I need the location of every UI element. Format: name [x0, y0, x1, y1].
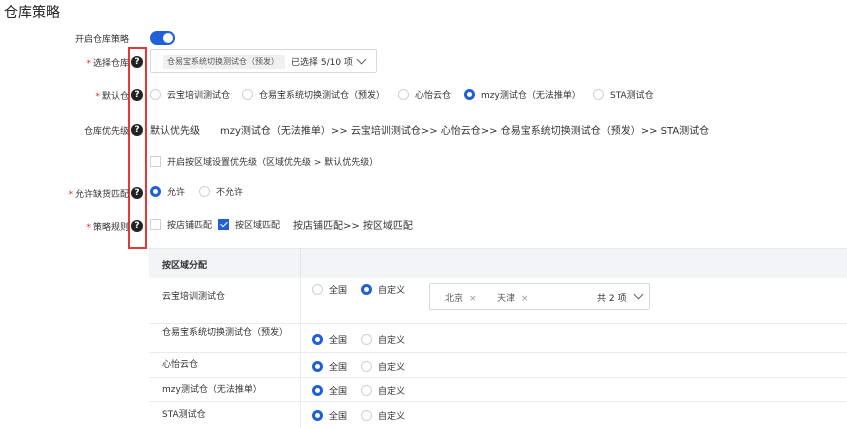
- allow-shortage-yes[interactable]: 允许: [150, 185, 185, 198]
- help-icons-highlight: [128, 47, 147, 249]
- radio-circle-selected: [361, 284, 372, 295]
- close-icon[interactable]: ×: [521, 294, 529, 304]
- radio-circle: [593, 89, 604, 100]
- scope-custom-radio[interactable]: 自定义: [361, 333, 405, 346]
- default-priority-heading: 默认优先级: [150, 126, 200, 137]
- default-option-sta[interactable]: STA测试仓: [593, 88, 654, 101]
- scope-nationwide-radio[interactable]: 全国: [312, 409, 347, 422]
- radio-circle: [398, 89, 409, 100]
- help-icon[interactable]: ?: [131, 220, 143, 232]
- allow-shortage-label: * 允许缺货匹配: [68, 190, 129, 200]
- scope-nationwide-radio[interactable]: 全国: [312, 283, 347, 296]
- table-row: STA测试仓 全国 自定义: [149, 402, 847, 428]
- default-warehouse-label: * 默认仓: [95, 92, 129, 102]
- region-priority-checkbox[interactable]: 开启按区域设置优先级（区域优先级 > 默认优先级）: [150, 155, 378, 168]
- checkbox-box: [150, 219, 161, 230]
- help-icon[interactable]: ?: [131, 89, 143, 101]
- region-tag[interactable]: 北京 ×: [445, 291, 477, 304]
- radio-circle-selected: [312, 385, 323, 396]
- radio-circle-selected: [150, 186, 161, 197]
- row-warehouse-name: STA测试仓: [162, 410, 206, 420]
- scope-nationwide-radio[interactable]: 全国: [312, 384, 347, 397]
- row-warehouse-name: 云宝培训测试仓: [162, 292, 226, 302]
- row-warehouse-name: 心怡云仓: [162, 360, 199, 370]
- rule-by-store-checkbox[interactable]: 按店铺匹配: [150, 218, 212, 231]
- default-option-yunbao[interactable]: 云宝培训测试仓: [150, 88, 230, 101]
- column-divider: [300, 278, 301, 323]
- warehouse-multiselect[interactable]: 仓易宝系统切换测试仓（预发） 已选择 5/10 项: [150, 49, 377, 73]
- region-tag[interactable]: 天津 ×: [497, 291, 529, 304]
- chevron-down-icon: [633, 289, 644, 300]
- table-header-region: 按区域分配: [162, 261, 208, 271]
- enable-strategy-label: 开启仓库策略: [74, 35, 129, 45]
- default-option-xinyi[interactable]: 心怡云仓: [398, 88, 451, 101]
- table-row: 仓易宝系统切换测试仓（预发） 全国 自定义: [149, 324, 847, 353]
- column-divider: [300, 249, 301, 278]
- column-divider: [300, 402, 301, 428]
- strategy-rule-label: * 策略规则: [86, 223, 129, 233]
- priority-sequence: mzy测试仓（无法推单）>> 云宝培训测试仓>> 心怡云仓>> 仓易宝系统切换测…: [220, 126, 710, 137]
- radio-circle: [312, 284, 323, 295]
- scope-custom-radio[interactable]: 自定义: [361, 283, 405, 296]
- scope-nationwide-radio[interactable]: 全国: [312, 360, 347, 373]
- default-option-mzy[interactable]: mzy测试仓（无法推单）: [464, 88, 581, 101]
- scope-custom-radio[interactable]: 自定义: [361, 360, 405, 373]
- radio-circle: [361, 410, 372, 421]
- help-icon[interactable]: ?: [131, 56, 143, 68]
- row-warehouse-name: mzy测试仓（无法推单）: [162, 385, 262, 395]
- radio-circle: [199, 186, 210, 197]
- toggle-knob: [163, 33, 173, 43]
- radio-circle-selected: [312, 361, 323, 372]
- radio-circle: [150, 89, 161, 100]
- region-allocation-table: 按区域分配 云宝培训测试仓 全国 自定义 仓易宝系统切换测试仓（预发） 全国 自…: [149, 248, 847, 428]
- selected-count: 已选择 5/10 项: [291, 58, 353, 68]
- enable-strategy-toggle[interactable]: [150, 31, 175, 45]
- table-header: 按区域分配: [149, 249, 847, 278]
- rule-by-region-checkbox[interactable]: 按区域匹配: [218, 218, 280, 231]
- table-row: 心怡云仓 全国 自定义: [149, 353, 847, 378]
- checkbox-box-checked: [218, 219, 229, 230]
- region-multiselect[interactable]: 北京 × 天津 × 共 2 项: [429, 283, 650, 310]
- radio-circle-selected: [464, 89, 475, 100]
- radio-circle-selected: [312, 410, 323, 421]
- scope-custom-radio[interactable]: 自定义: [361, 384, 405, 397]
- scope-custom-radio[interactable]: 自定义: [361, 409, 405, 422]
- radio-circle-selected: [312, 334, 323, 345]
- row-warehouse-name: 仓易宝系统切换测试仓（预发）: [162, 328, 289, 338]
- column-divider: [300, 378, 301, 401]
- selected-warehouse-tag: 仓易宝系统切换测试仓（预发）: [163, 55, 285, 69]
- help-icon[interactable]: ?: [131, 124, 143, 136]
- help-icon[interactable]: ?: [131, 187, 143, 199]
- scope-nationwide-radio[interactable]: 全国: [312, 333, 347, 346]
- column-divider: [300, 324, 301, 352]
- column-divider: [300, 353, 301, 377]
- page-title: 仓库策略: [4, 5, 60, 21]
- table-row: mzy测试仓（无法推单） 全国 自定义: [149, 378, 847, 402]
- radio-circle: [361, 361, 372, 372]
- warehouse-select-label: * 选择仓库: [86, 59, 129, 69]
- rule-sequence: 按店铺匹配>> 按区域匹配: [293, 221, 413, 232]
- chevron-down-icon: [356, 54, 367, 65]
- close-icon[interactable]: ×: [469, 294, 477, 304]
- default-option-cangyibao[interactable]: 仓易宝系统切换测试仓（预发）: [242, 88, 385, 101]
- priority-label: 仓库优先级: [83, 127, 129, 137]
- radio-circle: [242, 89, 253, 100]
- allow-shortage-no[interactable]: 不允许: [199, 185, 243, 198]
- radio-circle: [361, 334, 372, 345]
- checkbox-box: [150, 156, 161, 167]
- region-count: 共 2 项: [597, 294, 627, 304]
- radio-circle: [361, 385, 372, 396]
